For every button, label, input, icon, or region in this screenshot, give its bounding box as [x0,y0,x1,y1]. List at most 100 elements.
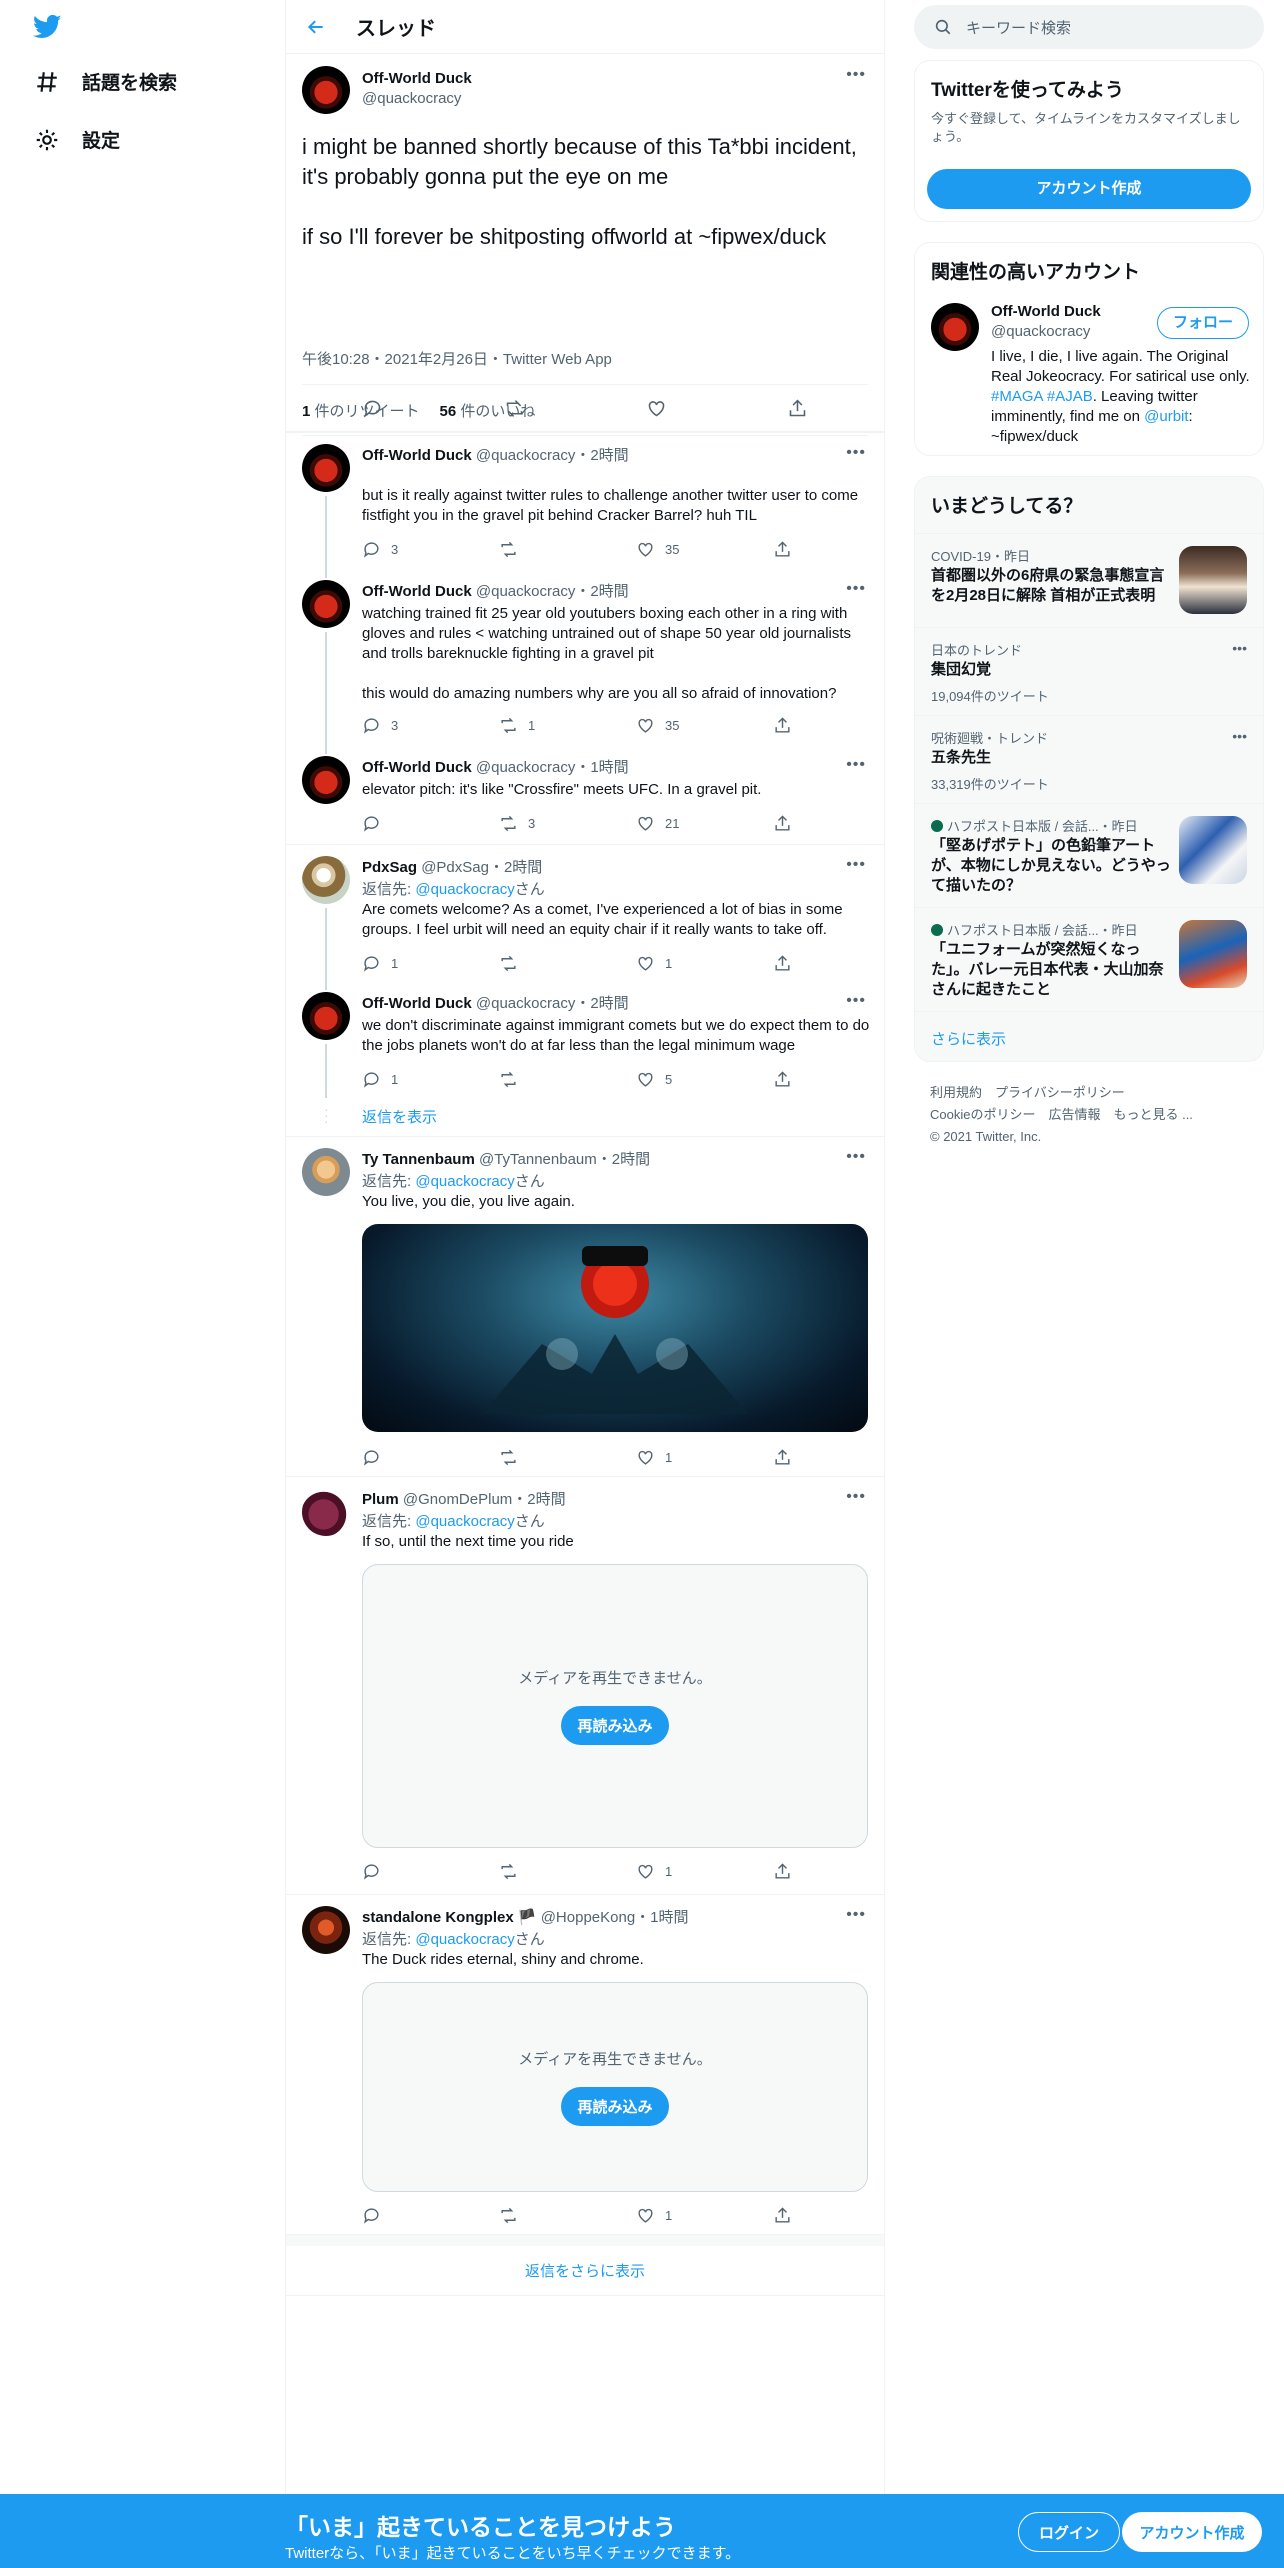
author-handle[interactable]: @quackocracy [362,90,461,107]
like-icon[interactable] [646,398,667,419]
tweet-time[interactable]: ・1時間 [575,759,628,776]
reply-button[interactable]: 3 [362,716,462,735]
reply-button[interactable] [362,814,462,833]
avatar[interactable] [302,1906,350,1954]
twitter-logo-icon[interactable] [30,12,64,42]
signup-button[interactable]: アカウント作成 [1122,2512,1262,2552]
more-options-icon[interactable]: ••• [846,756,866,774]
retweet-button[interactable] [499,1448,599,1467]
share-button[interactable] [773,1448,792,1467]
avatar[interactable] [302,444,350,492]
reply-button[interactable] [362,1448,462,1467]
trend-item[interactable]: ハフポスト日本版 / 会話...・昨日 「堅あげポテト」の色鉛筆アートが、本物に… [915,803,1263,907]
author-name[interactable]: PdxSag [362,859,417,876]
back-arrow-icon[interactable] [306,17,326,37]
retweet-icon[interactable] [503,398,526,419]
more-options-icon[interactable]: ••• [846,856,866,874]
like-button[interactable]: 35 [636,716,736,735]
reply-icon[interactable] [362,398,383,419]
author-handle[interactable]: @TyTannenbaum [479,1151,597,1168]
account-handle[interactable]: @quackocracy [991,323,1090,340]
avatar[interactable] [302,856,350,904]
more-options-icon[interactable]: ••• [846,444,866,462]
more-options-icon[interactable]: ••• [846,1906,866,1924]
share-button[interactable] [773,814,792,833]
like-button[interactable]: 5 [636,1070,736,1089]
share-button[interactable] [773,716,792,735]
tweet-time[interactable]: ・2時間 [575,583,628,600]
author-handle[interactable]: @GnomDePlum [403,1491,512,1508]
more-options-icon[interactable]: ••• [1232,728,1247,744]
author-name[interactable]: Off-World Duck [362,70,472,87]
reply-tweet[interactable]: Off-World Duck @quackocracy・2時間 ••• but … [286,432,884,568]
more-options-icon[interactable]: ••• [846,1148,866,1166]
retweet-button[interactable] [499,1862,599,1881]
follow-button[interactable]: フォロー [1157,307,1249,339]
avatar[interactable] [931,303,979,351]
nav-explore[interactable]: 話題を検索 [34,68,177,95]
tweet-time[interactable]: ・2時間 [489,859,542,876]
share-icon[interactable] [787,398,808,419]
share-button[interactable] [773,1070,792,1089]
reply-button[interactable]: 3 [362,540,462,559]
reply-button[interactable] [362,2206,462,2225]
retweet-button[interactable] [499,954,599,973]
signup-button[interactable]: アカウント作成 [927,169,1251,209]
reply-to-link[interactable]: @quackocracy [415,881,514,898]
more-options-icon[interactable]: ••• [846,66,866,84]
tweet-time[interactable]: ・2時間 [597,1151,650,1168]
reply-button[interactable]: 1 [362,1070,462,1089]
tweet-time[interactable]: ・1時間 [635,1909,688,1926]
tweet-time[interactable]: ・2時間 [575,447,628,464]
share-button[interactable] [773,540,792,559]
reply-to-link[interactable]: @quackocracy [415,1513,514,1530]
reply-tweet[interactable]: Off-World Duck @quackocracy・2時間 ••• watc… [286,568,884,744]
nav-settings[interactable]: 設定 [34,126,120,153]
reply-tweet[interactable]: Off-World Duck @quackocracy・1時間 ••• elev… [286,744,884,844]
bio-hashtags[interactable]: #MAGA #AJAB [991,388,1093,405]
login-button[interactable]: ログイン [1018,2512,1120,2552]
share-button[interactable] [773,1862,792,1881]
avatar[interactable] [302,756,350,804]
reply-tweet[interactable]: Plum @GnomDePlum・2時間 ••• 返信先: @quackocra… [286,1476,884,1894]
share-button[interactable] [773,2206,792,2225]
more-options-icon[interactable]: ••• [846,1488,866,1506]
author-name[interactable]: Off-World Duck [362,759,472,776]
avatar[interactable] [302,1488,350,1536]
reload-button[interactable]: 再読み込み [561,1706,669,1745]
like-button[interactable]: 21 [636,814,736,833]
author-handle[interactable]: @quackocracy [476,583,575,600]
reply-tweet[interactable]: Ty Tannenbaum @TyTannenbaum・2時間 ••• 返信先:… [286,1136,884,1476]
author-name[interactable]: Off-World Duck [362,995,472,1012]
author-name[interactable]: Off-World Duck [362,583,472,600]
avatar[interactable] [302,992,350,1040]
avatar[interactable] [302,1148,350,1196]
more-options-icon[interactable]: ••• [846,580,866,598]
show-more-link[interactable]: さらに表示 [931,1028,1006,1049]
tweet-time[interactable]: ・2時間 [575,995,628,1012]
share-button[interactable] [773,954,792,973]
footer-line[interactable]: Cookieのポリシー 広告情報 もっと見る ... [930,1104,1193,1126]
author-name[interactable]: Ty Tannenbaum [362,1151,475,1168]
like-button[interactable]: 1 [636,1862,736,1881]
retweet-button[interactable] [499,2206,599,2225]
trend-item[interactable]: 呪術廻戦・トレンド ••• 五条先生 33,319件のツイート [915,715,1263,803]
retweet-button[interactable]: 3 [499,814,599,833]
account-name[interactable]: Off-World Duck [991,303,1101,320]
author-handle[interactable]: @PdxSag [421,859,489,876]
author-handle[interactable]: @quackocracy [476,759,575,776]
retweet-button[interactable] [499,1070,599,1089]
like-button[interactable]: 1 [636,954,736,973]
like-button[interactable]: 1 [636,2206,736,2225]
author-name[interactable]: Off-World Duck [362,447,472,464]
more-options-icon[interactable]: ••• [846,992,866,1010]
search-bar[interactable]: キーワード検索 [914,5,1264,49]
retweet-button[interactable]: 1 [499,716,599,735]
author-name[interactable]: standalone Kongplex 🏴 [362,1909,537,1926]
bio-mention[interactable]: @urbit [1144,408,1188,425]
avatar[interactable] [302,66,350,114]
reply-button[interactable] [362,1862,462,1881]
more-options-icon[interactable]: ••• [1232,640,1247,656]
trend-item[interactable]: 日本のトレンド ••• 集団幻覚 19,094件のツイート [915,627,1263,715]
show-more-replies-link[interactable]: 返信をさらに表示 [286,2246,884,2296]
